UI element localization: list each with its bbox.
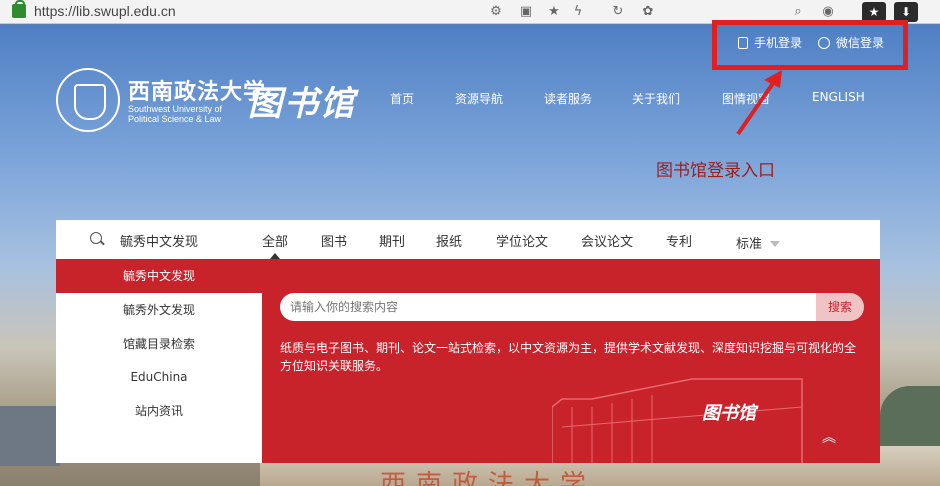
tab-conference-papers[interactable]: 会议论文	[581, 231, 633, 250]
nav-home[interactable]: 首页	[390, 90, 414, 107]
annotation-caption: 图书馆登录入口	[656, 161, 775, 181]
chevron-up-icon[interactable]: ︽	[822, 427, 836, 447]
tab-journals[interactable]: 期刊	[379, 231, 405, 250]
chevron-down-icon	[770, 241, 781, 247]
library-title[interactable]: 图书馆	[248, 76, 356, 125]
source-sidebar: 毓秀中文发现 毓秀外文发现 馆藏目录检索 EduChina 站内资讯	[56, 259, 262, 463]
search-tabs-bar: 毓秀中文发现 全部 图书 期刊 报纸 学位论文 会议论文 专利 标准	[56, 220, 880, 259]
wechat-login-link[interactable]: 微信登录	[818, 34, 884, 51]
search-button[interactable]: 搜索	[816, 293, 864, 321]
source-item-catalog[interactable]: 馆藏目录检索	[56, 327, 262, 361]
wechat-login-label: 微信登录	[836, 36, 885, 50]
panel-library-mark: 图书馆	[702, 403, 756, 424]
baidu-paw-icon[interactable]: ✿	[640, 4, 656, 20]
rock-engraving: 西南政法大学	[380, 470, 597, 486]
download-button[interactable]: ⬇	[894, 2, 918, 22]
search-input[interactable]	[280, 293, 832, 321]
phone-login-label: 手机登录	[754, 36, 803, 50]
phone-icon	[738, 37, 748, 49]
current-source-label: 毓秀中文发现	[120, 235, 199, 250]
nav-reader-services[interactable]: 读者服务	[544, 90, 592, 107]
source-item-educhina[interactable]: EduChina	[56, 360, 262, 394]
campus-trees	[880, 386, 940, 446]
globe-icon[interactable]: ◉	[820, 4, 836, 20]
lock-icon	[12, 0, 26, 18]
campus-building	[0, 406, 60, 466]
tab-patents[interactable]: 专利	[666, 231, 692, 250]
search-mode-select[interactable]: 标准	[736, 233, 781, 252]
university-seal-logo[interactable]	[56, 68, 120, 132]
search-icon[interactable]: ⌕	[790, 4, 806, 20]
university-name-en-line2: Political Science & Law	[128, 114, 222, 124]
image-icon[interactable]: ▣	[518, 4, 534, 20]
nav-english[interactable]: ENGLISH	[812, 90, 865, 104]
tab-all[interactable]: 全部	[262, 231, 288, 259]
search-panel: 搜索 纸质与电子图书、期刊、论文一站式检索，以中文资源为主，提供学术文献发现、深…	[262, 259, 880, 463]
nav-about[interactable]: 关于我们	[632, 90, 680, 107]
tab-newspapers[interactable]: 报纸	[436, 231, 462, 250]
favorites-button[interactable]: ★	[862, 2, 886, 22]
lightning-icon[interactable]: ϟ	[570, 4, 586, 20]
tab-theses[interactable]: 学位论文	[496, 231, 548, 250]
library-building-illustration	[552, 378, 803, 463]
nav-resources[interactable]: 资源导航	[455, 90, 503, 107]
ie-mode-icon[interactable]: ⚙	[488, 4, 504, 20]
university-name-cn[interactable]: 西南政法大学	[128, 74, 266, 106]
source-description: 纸质与电子图书、期刊、论文一站式检索，以中文资源为主，提供学术文献发现、深度知识…	[280, 341, 857, 373]
star-icon[interactable]: ★	[546, 4, 562, 20]
source-item-site-news[interactable]: 站内资讯	[56, 394, 262, 428]
search-icon	[90, 232, 102, 244]
source-item-cn-discovery[interactable]: 毓秀中文发现	[56, 259, 262, 293]
phone-login-link[interactable]: 手机登录	[738, 34, 802, 51]
search-mode-value: 标准	[736, 237, 763, 252]
refresh-icon[interactable]: ↻	[610, 4, 626, 20]
annotation-arrow	[736, 70, 782, 136]
university-name-en-line1: Southwest University of	[128, 104, 223, 114]
tab-books[interactable]: 图书	[321, 231, 347, 250]
wechat-icon	[818, 37, 830, 49]
url-text[interactable]: https://lib.swupl.edu.cn	[34, 3, 176, 19]
source-item-foreign-discovery[interactable]: 毓秀外文发现	[56, 293, 262, 327]
